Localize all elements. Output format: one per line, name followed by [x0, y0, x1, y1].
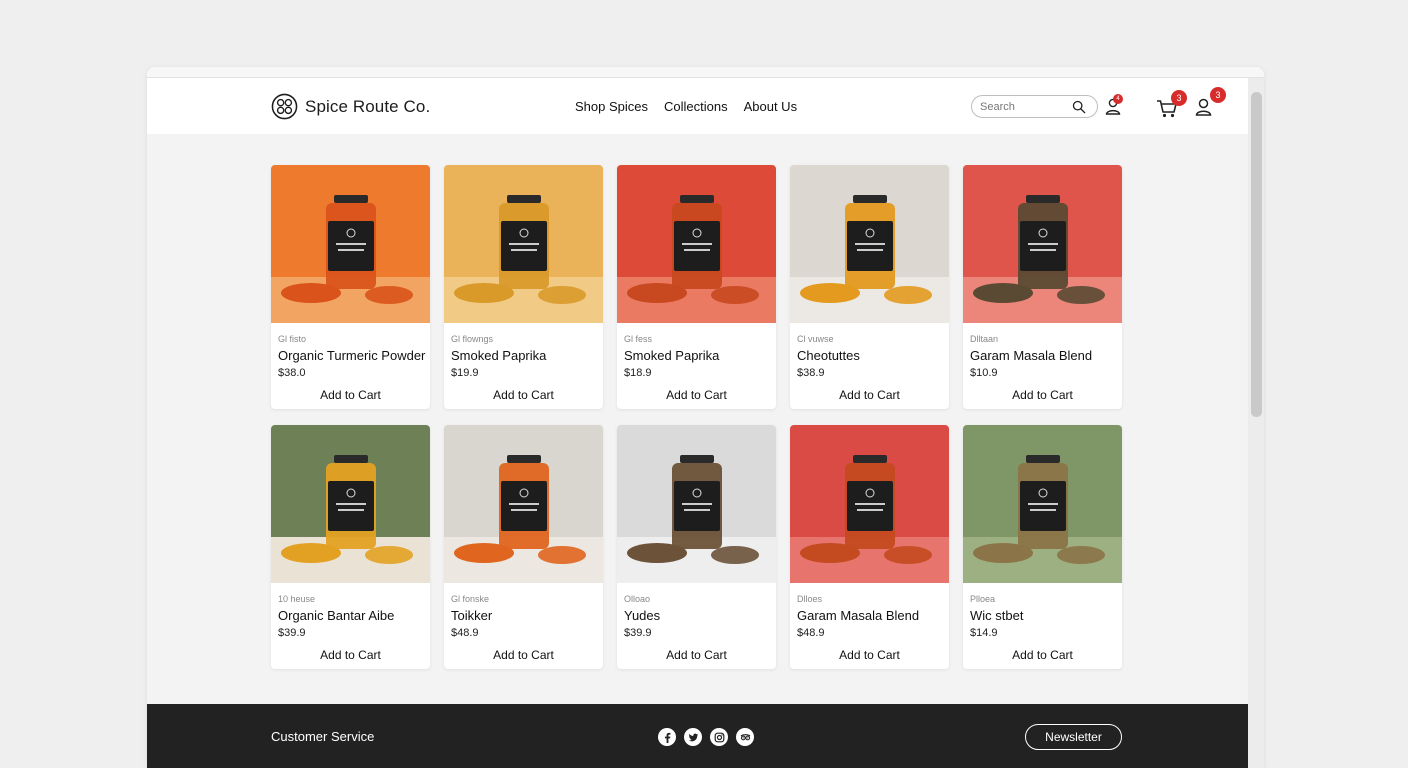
search-icon[interactable] — [1072, 100, 1086, 114]
product-card[interactable]: 10 heuse Organic Bantar Aibe $39.9 Add to C… — [271, 425, 430, 669]
user-badge: 3 — [1210, 87, 1226, 103]
product-price: $38.0 — [278, 367, 306, 379]
product-name[interactable]: Yudes — [624, 608, 660, 623]
product-price: $19.9 — [451, 367, 479, 379]
product-name[interactable]: Organic Bantar Aibe — [278, 608, 394, 623]
nav-collections[interactable]: Collections — [664, 99, 728, 114]
product-image[interactable] — [444, 165, 603, 323]
product-category: Gl flowngs — [451, 334, 494, 344]
cart-button[interactable]: 3 — [1156, 90, 1187, 118]
product-grid: Gl fisto Organic Turmeric Powder $38.0 Add … — [271, 165, 1122, 669]
product-image[interactable] — [963, 165, 1122, 323]
scrollbar[interactable] — [1248, 78, 1264, 768]
product-image[interactable] — [271, 165, 430, 323]
product-image[interactable] — [790, 165, 949, 323]
product-image[interactable] — [963, 425, 1122, 583]
product-name[interactable]: Toikker — [451, 608, 492, 623]
add-to-cart-button[interactable]: Add to Cart — [963, 388, 1122, 402]
product-name[interactable]: Garam Masala Blend — [970, 348, 1092, 363]
customer-service-link[interactable]: Customer Service — [271, 729, 374, 744]
search-input[interactable] — [980, 100, 1072, 113]
brand-logo[interactable]: Spice Route Co. — [271, 93, 430, 120]
account-button[interactable]: 4 — [1105, 94, 1123, 115]
product-category: Gl fonske — [451, 594, 490, 604]
browser-window: Spice Route Co. Shop Spices Collections … — [147, 67, 1264, 768]
scroll-thumb[interactable] — [1251, 92, 1262, 417]
brand-name: Spice Route Co. — [305, 96, 431, 116]
newsletter-button[interactable]: Newsletter — [1025, 724, 1122, 750]
product-price: $10.9 — [970, 367, 998, 379]
add-to-cart-button[interactable]: Add to Cart — [790, 388, 949, 402]
add-to-cart-button[interactable]: Add to Cart — [271, 648, 430, 662]
product-price: $48.9 — [451, 627, 479, 639]
user-button[interactable]: 3 — [1195, 87, 1226, 116]
add-to-cart-button[interactable]: Add to Cart — [617, 388, 776, 402]
instagram-icon[interactable] — [710, 728, 728, 746]
add-to-cart-button[interactable]: Add to Cart — [444, 648, 603, 662]
tripadvisor-icon[interactable] — [736, 728, 754, 746]
nav-shop-spices[interactable]: Shop Spices — [575, 99, 648, 114]
product-name[interactable]: Cheotuttes — [797, 348, 860, 363]
add-to-cart-button[interactable]: Add to Cart — [444, 388, 603, 402]
product-price: $39.9 — [624, 627, 652, 639]
product-card[interactable]: Gl fisto Organic Turmeric Powder $38.0 Add … — [271, 165, 430, 409]
product-card[interactable]: Olloao Yudes $39.9 Add to Cart — [617, 425, 776, 669]
product-price: $39.9 — [278, 627, 306, 639]
search-box — [971, 95, 1098, 118]
product-image[interactable] — [790, 425, 949, 583]
product-category: Gl fess — [624, 334, 653, 344]
product-card[interactable]: Cl vuwse Cheotuttes $38.9 Add to Cart — [790, 165, 949, 409]
product-card[interactable]: Plloea Wic stbet $14.9 Add to Cart — [963, 425, 1122, 669]
twitter-icon[interactable] — [684, 728, 702, 746]
product-category: Olloao — [624, 594, 651, 604]
account-badge: 4 — [1113, 94, 1123, 104]
product-price: $48.9 — [797, 627, 825, 639]
product-card[interactable]: Dlltaan Garam Masala Blend $10.9 Add to Car… — [963, 165, 1122, 409]
product-image[interactable] — [271, 425, 430, 583]
add-to-cart-button[interactable]: Add to Cart — [963, 648, 1122, 662]
product-category: Gl fisto — [278, 334, 307, 344]
product-name[interactable]: Garam Masala Blend — [797, 608, 919, 623]
product-category: Dlloes — [797, 594, 823, 604]
product-price: $38.9 — [797, 367, 825, 379]
product-card[interactable]: Gl fess Smoked Paprika $18.9 Add to Cart — [617, 165, 776, 409]
site-footer: Customer Service Newsletter — [147, 704, 1248, 768]
product-name[interactable]: Organic Turmeric Powder — [278, 348, 425, 363]
product-category: Cl vuwse — [797, 334, 834, 344]
product-card[interactable]: Gl flowngs Smoked Paprika $19.9 Add to Cart — [444, 165, 603, 409]
logo-mark-icon — [271, 93, 298, 120]
product-category: 10 heuse — [278, 594, 316, 604]
product-card[interactable]: Gl fonske Toikker $48.9 Add to Cart — [444, 425, 603, 669]
product-category: Plloea — [970, 594, 996, 604]
site-header: Spice Route Co. Shop Spices Collections … — [147, 78, 1248, 134]
product-name[interactable]: Wic stbet — [970, 608, 1023, 623]
product-card[interactable]: Dlloes Garam Masala Blend $48.9 Add to Cart — [790, 425, 949, 669]
product-name[interactable]: Smoked Paprika — [624, 348, 719, 363]
product-price: $18.9 — [624, 367, 652, 379]
nav-about-us[interactable]: About Us — [744, 99, 797, 114]
add-to-cart-button[interactable]: Add to Cart — [271, 388, 430, 402]
product-image[interactable] — [617, 165, 776, 323]
social-links — [658, 728, 754, 746]
facebook-icon[interactable] — [658, 728, 676, 746]
cart-badge: 3 — [1171, 90, 1187, 106]
window-top-bar — [147, 67, 1264, 78]
add-to-cart-button[interactable]: Add to Cart — [790, 648, 949, 662]
add-to-cart-button[interactable]: Add to Cart — [617, 648, 776, 662]
product-image[interactable] — [617, 425, 776, 583]
main-nav: Shop Spices Collections About Us — [575, 99, 797, 114]
product-image[interactable] — [444, 425, 603, 583]
product-name[interactable]: Smoked Paprika — [451, 348, 546, 363]
product-category: Dlltaan — [970, 334, 999, 344]
user-icon — [1195, 98, 1212, 116]
product-price: $14.9 — [970, 627, 998, 639]
